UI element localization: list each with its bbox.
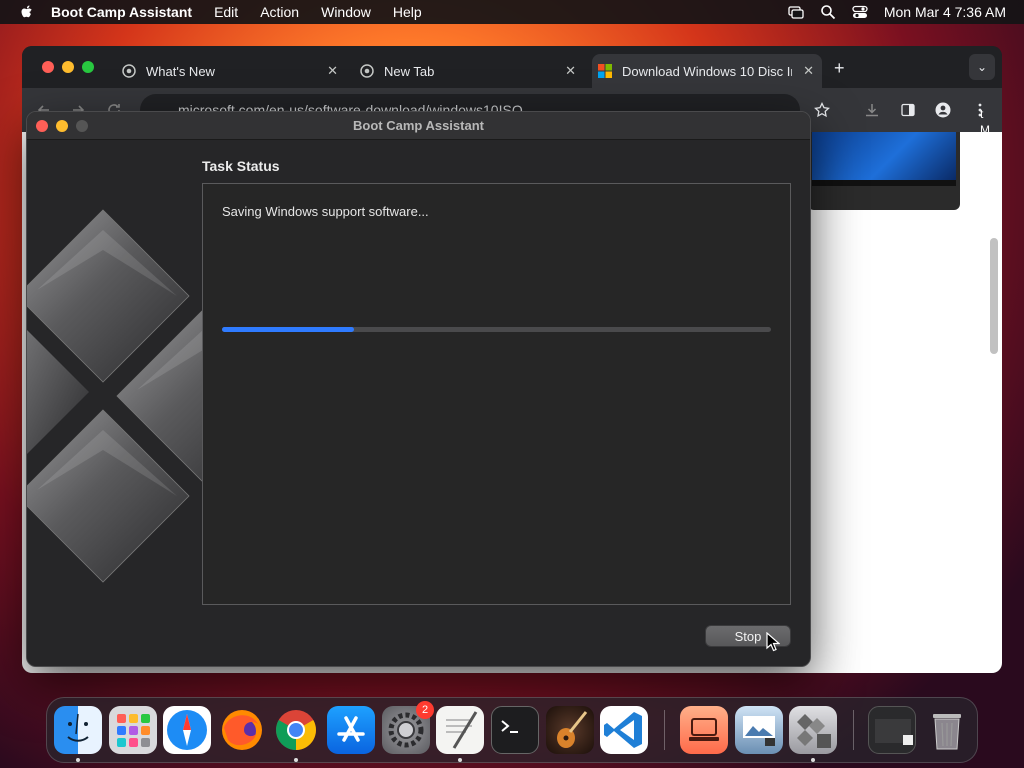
tab-title: What's New bbox=[146, 63, 215, 79]
dock-separator bbox=[664, 710, 665, 750]
windows-laptop-image bbox=[808, 132, 960, 210]
tab-close-icon[interactable]: ✕ bbox=[327, 63, 338, 79]
side-panel-icon[interactable] bbox=[900, 102, 916, 118]
mouse-pointer-icon bbox=[766, 632, 780, 652]
tab-whats-new[interactable]: What's New ✕ bbox=[118, 54, 346, 88]
menu-app-name[interactable]: Boot Camp Assistant bbox=[51, 4, 192, 20]
browser-window-controls bbox=[42, 61, 94, 73]
menu-edit[interactable]: Edit bbox=[214, 4, 238, 20]
launchpad-icon[interactable] bbox=[109, 706, 157, 754]
search-icon[interactable] bbox=[820, 4, 836, 20]
status-message: Saving Windows support software... bbox=[222, 204, 429, 219]
chrome-icon[interactable] bbox=[272, 706, 320, 754]
bookmark-star-icon[interactable] bbox=[814, 102, 830, 118]
apple-icon[interactable] bbox=[19, 4, 35, 20]
safari-icon[interactable] bbox=[163, 706, 211, 754]
boot-camp-assistant-window: Boot Camp Assistant Task Status Saving W… bbox=[26, 111, 811, 667]
dock-separator bbox=[853, 710, 854, 750]
tab-close-icon[interactable]: ✕ bbox=[565, 63, 576, 79]
page-scrollbar[interactable] bbox=[990, 238, 998, 354]
boot-camp-running-indicator bbox=[811, 758, 815, 762]
progress-bar-fill bbox=[222, 327, 354, 332]
recent-document-icon[interactable] bbox=[868, 706, 916, 754]
notification-badge: 2 bbox=[416, 701, 434, 719]
trash-icon[interactable] bbox=[923, 706, 971, 754]
finder-running-indicator bbox=[76, 758, 80, 762]
zoom-button[interactable] bbox=[82, 61, 94, 73]
menu-datetime[interactable]: Mon Mar 4 7:36 AM bbox=[884, 4, 1006, 20]
window-titlebar: Boot Camp Assistant bbox=[27, 112, 810, 140]
app-store-icon[interactable] bbox=[327, 706, 375, 754]
close-button[interactable] bbox=[42, 61, 54, 73]
microsoft-logo-icon bbox=[598, 64, 612, 78]
finder-icon[interactable] bbox=[54, 706, 102, 754]
terminal-icon[interactable] bbox=[491, 706, 539, 754]
progress-bar bbox=[222, 327, 771, 332]
menu-action[interactable]: Action bbox=[260, 4, 299, 20]
menu-window[interactable]: Window bbox=[321, 4, 371, 20]
preview-icon[interactable] bbox=[735, 706, 783, 754]
new-tab-plus-icon[interactable]: + bbox=[834, 58, 845, 79]
chrome-icon bbox=[122, 64, 136, 78]
profile-icon[interactable] bbox=[935, 102, 951, 118]
minimize-button[interactable] bbox=[62, 61, 74, 73]
tab-new-tab[interactable]: New Tab ✕ bbox=[356, 54, 584, 88]
firefox-icon[interactable] bbox=[218, 706, 266, 754]
tab-close-icon[interactable]: ✕ bbox=[803, 63, 814, 79]
chrome-running-indicator bbox=[294, 758, 298, 762]
garageband-icon[interactable] bbox=[546, 706, 594, 754]
textedit-icon[interactable] bbox=[436, 706, 484, 754]
downloads-icon[interactable] bbox=[864, 102, 880, 118]
window-title: Boot Camp Assistant bbox=[353, 118, 484, 133]
textedit-running-indicator bbox=[458, 758, 462, 762]
chrome-icon bbox=[360, 64, 374, 78]
menu-bar: Boot Camp Assistant Edit Action Window H… bbox=[0, 0, 1024, 24]
task-status-panel: Saving Windows support software... bbox=[202, 183, 791, 605]
tab-search-chevron-icon[interactable]: ⌄ bbox=[969, 54, 995, 80]
vscode-icon[interactable] bbox=[600, 706, 648, 754]
boot-camp-assistant-icon[interactable] bbox=[789, 706, 837, 754]
tab-title: New Tab bbox=[384, 63, 435, 79]
menu-help[interactable]: Help bbox=[393, 4, 422, 20]
screen-mirroring-icon[interactable] bbox=[788, 4, 804, 20]
browser-tab-bar: What's New ✕ New Tab ✕ Download Windows … bbox=[22, 46, 1002, 88]
screen-sharing-icon[interactable] bbox=[680, 706, 728, 754]
tab-title: Download Windows 10 Disc Ima bbox=[622, 63, 792, 79]
task-status-heading: Task Status bbox=[202, 158, 280, 174]
partial-page-text: t M bbox=[980, 107, 990, 137]
control-center-icon[interactable] bbox=[852, 4, 868, 20]
dock: 2 bbox=[46, 697, 978, 763]
tab-download-windows[interactable]: Download Windows 10 Disc Ima ✕ bbox=[592, 54, 822, 88]
